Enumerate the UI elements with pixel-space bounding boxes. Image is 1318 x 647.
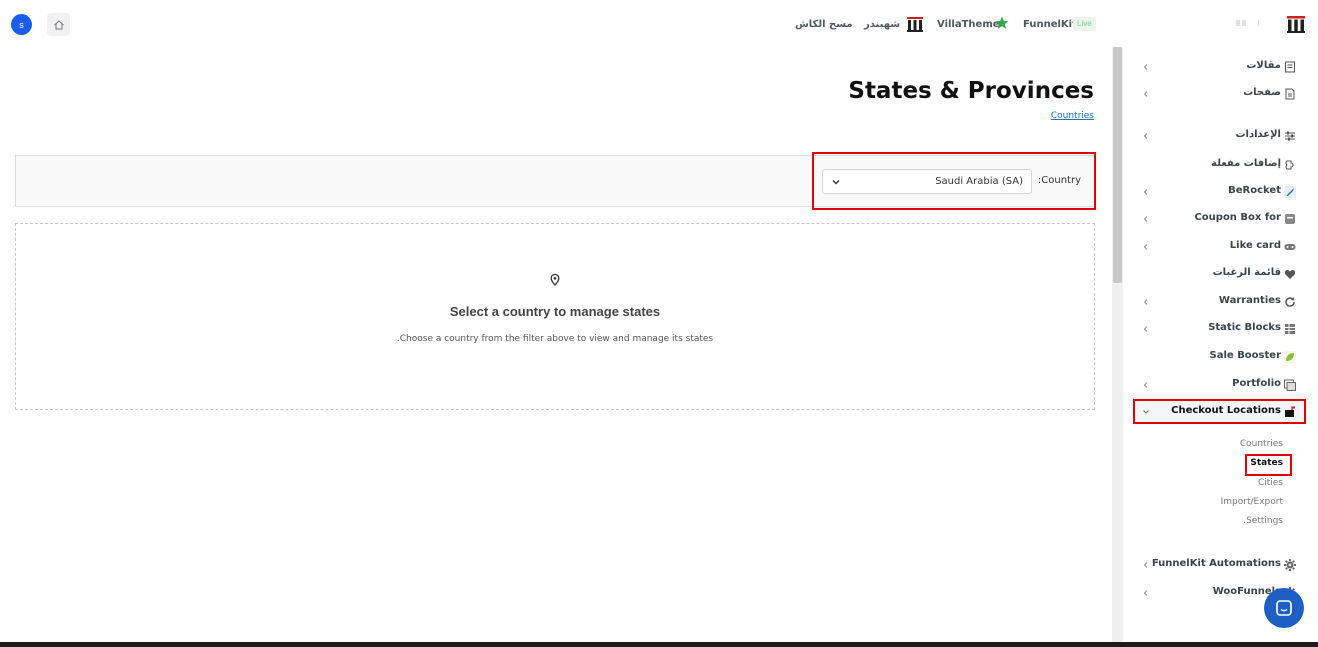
shabandar-link[interactable]: شهبندر — [864, 15, 900, 33]
chevron-left-icon[interactable] — [1142, 381, 1150, 389]
chevron-left-icon[interactable] — [1142, 132, 1150, 140]
states-highlight-box — [1245, 454, 1292, 476]
admin-top-bar: s مسح الكاش شهبندر VillaTheme FunnelKit … — [0, 0, 1318, 47]
sidebar-item-label: Coupon Box for — [1194, 212, 1281, 223]
gear-icon — [1284, 559, 1296, 571]
sidebar-item-label: قائمة الرغبات — [1212, 267, 1281, 278]
sidebar-item-label: BeRocket — [1228, 185, 1281, 196]
live-badge: Live — [1073, 17, 1096, 31]
sidebar-item-label: Sale Booster — [1209, 350, 1281, 361]
countries-link[interactable]: Countries — [1051, 111, 1094, 121]
settings-sliders-icon — [1285, 131, 1295, 141]
chevron-left-icon[interactable] — [1142, 243, 1150, 251]
sidebar-item-label: صفحات — [1243, 87, 1281, 98]
grid-icon — [1285, 324, 1295, 334]
submenu-item-countries[interactable]: Countries — [1123, 439, 1283, 449]
sidebar-item-label: Warranties — [1218, 295, 1281, 306]
portfolio-icon — [1284, 379, 1296, 391]
star-icon — [995, 16, 1009, 29]
user-avatar[interactable]: s — [11, 14, 32, 35]
chat-icon — [1276, 600, 1292, 616]
content-scrollbar-thumb[interactable] — [1113, 47, 1122, 283]
leaf-icon — [1284, 351, 1296, 363]
refresh-icon — [1285, 297, 1295, 307]
shabandar-logo-icon — [906, 15, 924, 33]
submenu-item-cities[interactable]: Cities — [1123, 478, 1283, 488]
sidebar-item-label: Static Blocks — [1208, 322, 1281, 333]
empty-state-title: Select a country to manage states — [449, 304, 661, 319]
empty-state-description: .Choose a country from the filter above … — [396, 334, 714, 344]
sidebar-item-label: Checkout Locations — [1171, 405, 1281, 416]
sidebar-item-label: الإعدادات — [1235, 129, 1281, 140]
chevron-left-icon[interactable] — [1142, 188, 1150, 196]
sidebar-item-label: Like card — [1229, 240, 1281, 251]
chevron-left-icon[interactable] — [1142, 90, 1150, 98]
submenu-item-import-export[interactable]: Import/Export — [1123, 497, 1283, 507]
gamepad-icon — [1284, 244, 1296, 250]
posts-icon — [1285, 61, 1295, 73]
location-pin-icon — [550, 273, 560, 286]
chevron-down-icon[interactable] — [1142, 408, 1150, 416]
clear-cache-link[interactable]: مسح الكاش — [795, 15, 853, 33]
chevron-left-icon[interactable] — [1142, 215, 1150, 223]
sidebar-item-label: FunnelKit Automations — [1151, 558, 1281, 569]
chevron-left-icon[interactable] — [1142, 325, 1150, 333]
page-title: States & Provinces — [848, 78, 1094, 104]
chevron-left-icon[interactable] — [1142, 63, 1150, 71]
sidebar-item-label: مقالات — [1246, 60, 1281, 71]
mailbox-icon — [1285, 406, 1295, 417]
menu-dots-icon[interactable] — [1236, 20, 1262, 26]
home-icon — [53, 19, 64, 29]
home-button[interactable] — [47, 13, 70, 36]
heart-icon — [1284, 269, 1296, 279]
site-logo-icon[interactable] — [1286, 14, 1306, 34]
funnelkit-link[interactable]: FunnelKit — [1023, 15, 1077, 33]
chevron-left-icon[interactable] — [1142, 561, 1150, 569]
sidebar-item-label: Portfolio — [1232, 378, 1281, 389]
villatheme-link[interactable]: VillaTheme — [937, 15, 1000, 33]
avatar-letter: s — [19, 19, 24, 30]
chevron-left-icon[interactable] — [1142, 298, 1150, 306]
filter-highlight-box — [812, 152, 1096, 210]
chevron-left-icon[interactable] — [1142, 589, 1150, 597]
app-window: s مسح الكاش شهبندر VillaTheme FunnelKit … — [0, 0, 1318, 647]
plugin-icon — [1285, 160, 1294, 170]
pages-icon — [1285, 88, 1295, 100]
submenu-item-settings[interactable]: .Settings — [1123, 516, 1283, 526]
sidebar-item-label: إضافات مفعلة — [1211, 158, 1281, 169]
coupon-box-icon — [1285, 214, 1295, 224]
chat-button[interactable] — [1264, 588, 1304, 628]
taskbar — [0, 642, 1318, 647]
rocket-icon — [1284, 186, 1296, 198]
